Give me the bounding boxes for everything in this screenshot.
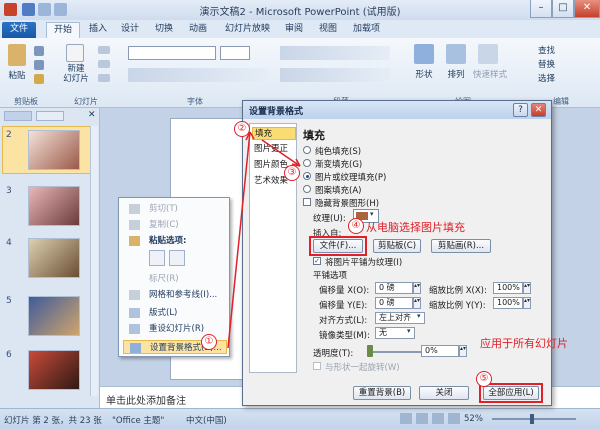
arrow-to-picture-fill: [261, 139, 301, 167]
step-1-marker: ①: [201, 334, 217, 350]
annotation-apply-all: 应用于所有幻灯片: [480, 337, 568, 350]
annotation-from-computer: 从电脑选择图片填充: [366, 221, 465, 234]
step-5-marker: ⑤: [476, 371, 492, 387]
step-3-marker: ③: [284, 165, 300, 181]
arrow-to-fill: [227, 131, 251, 349]
step-4-marker: ④: [348, 218, 364, 234]
annotation-arrows: [227, 131, 301, 349]
step-2-marker: ②: [234, 121, 250, 137]
